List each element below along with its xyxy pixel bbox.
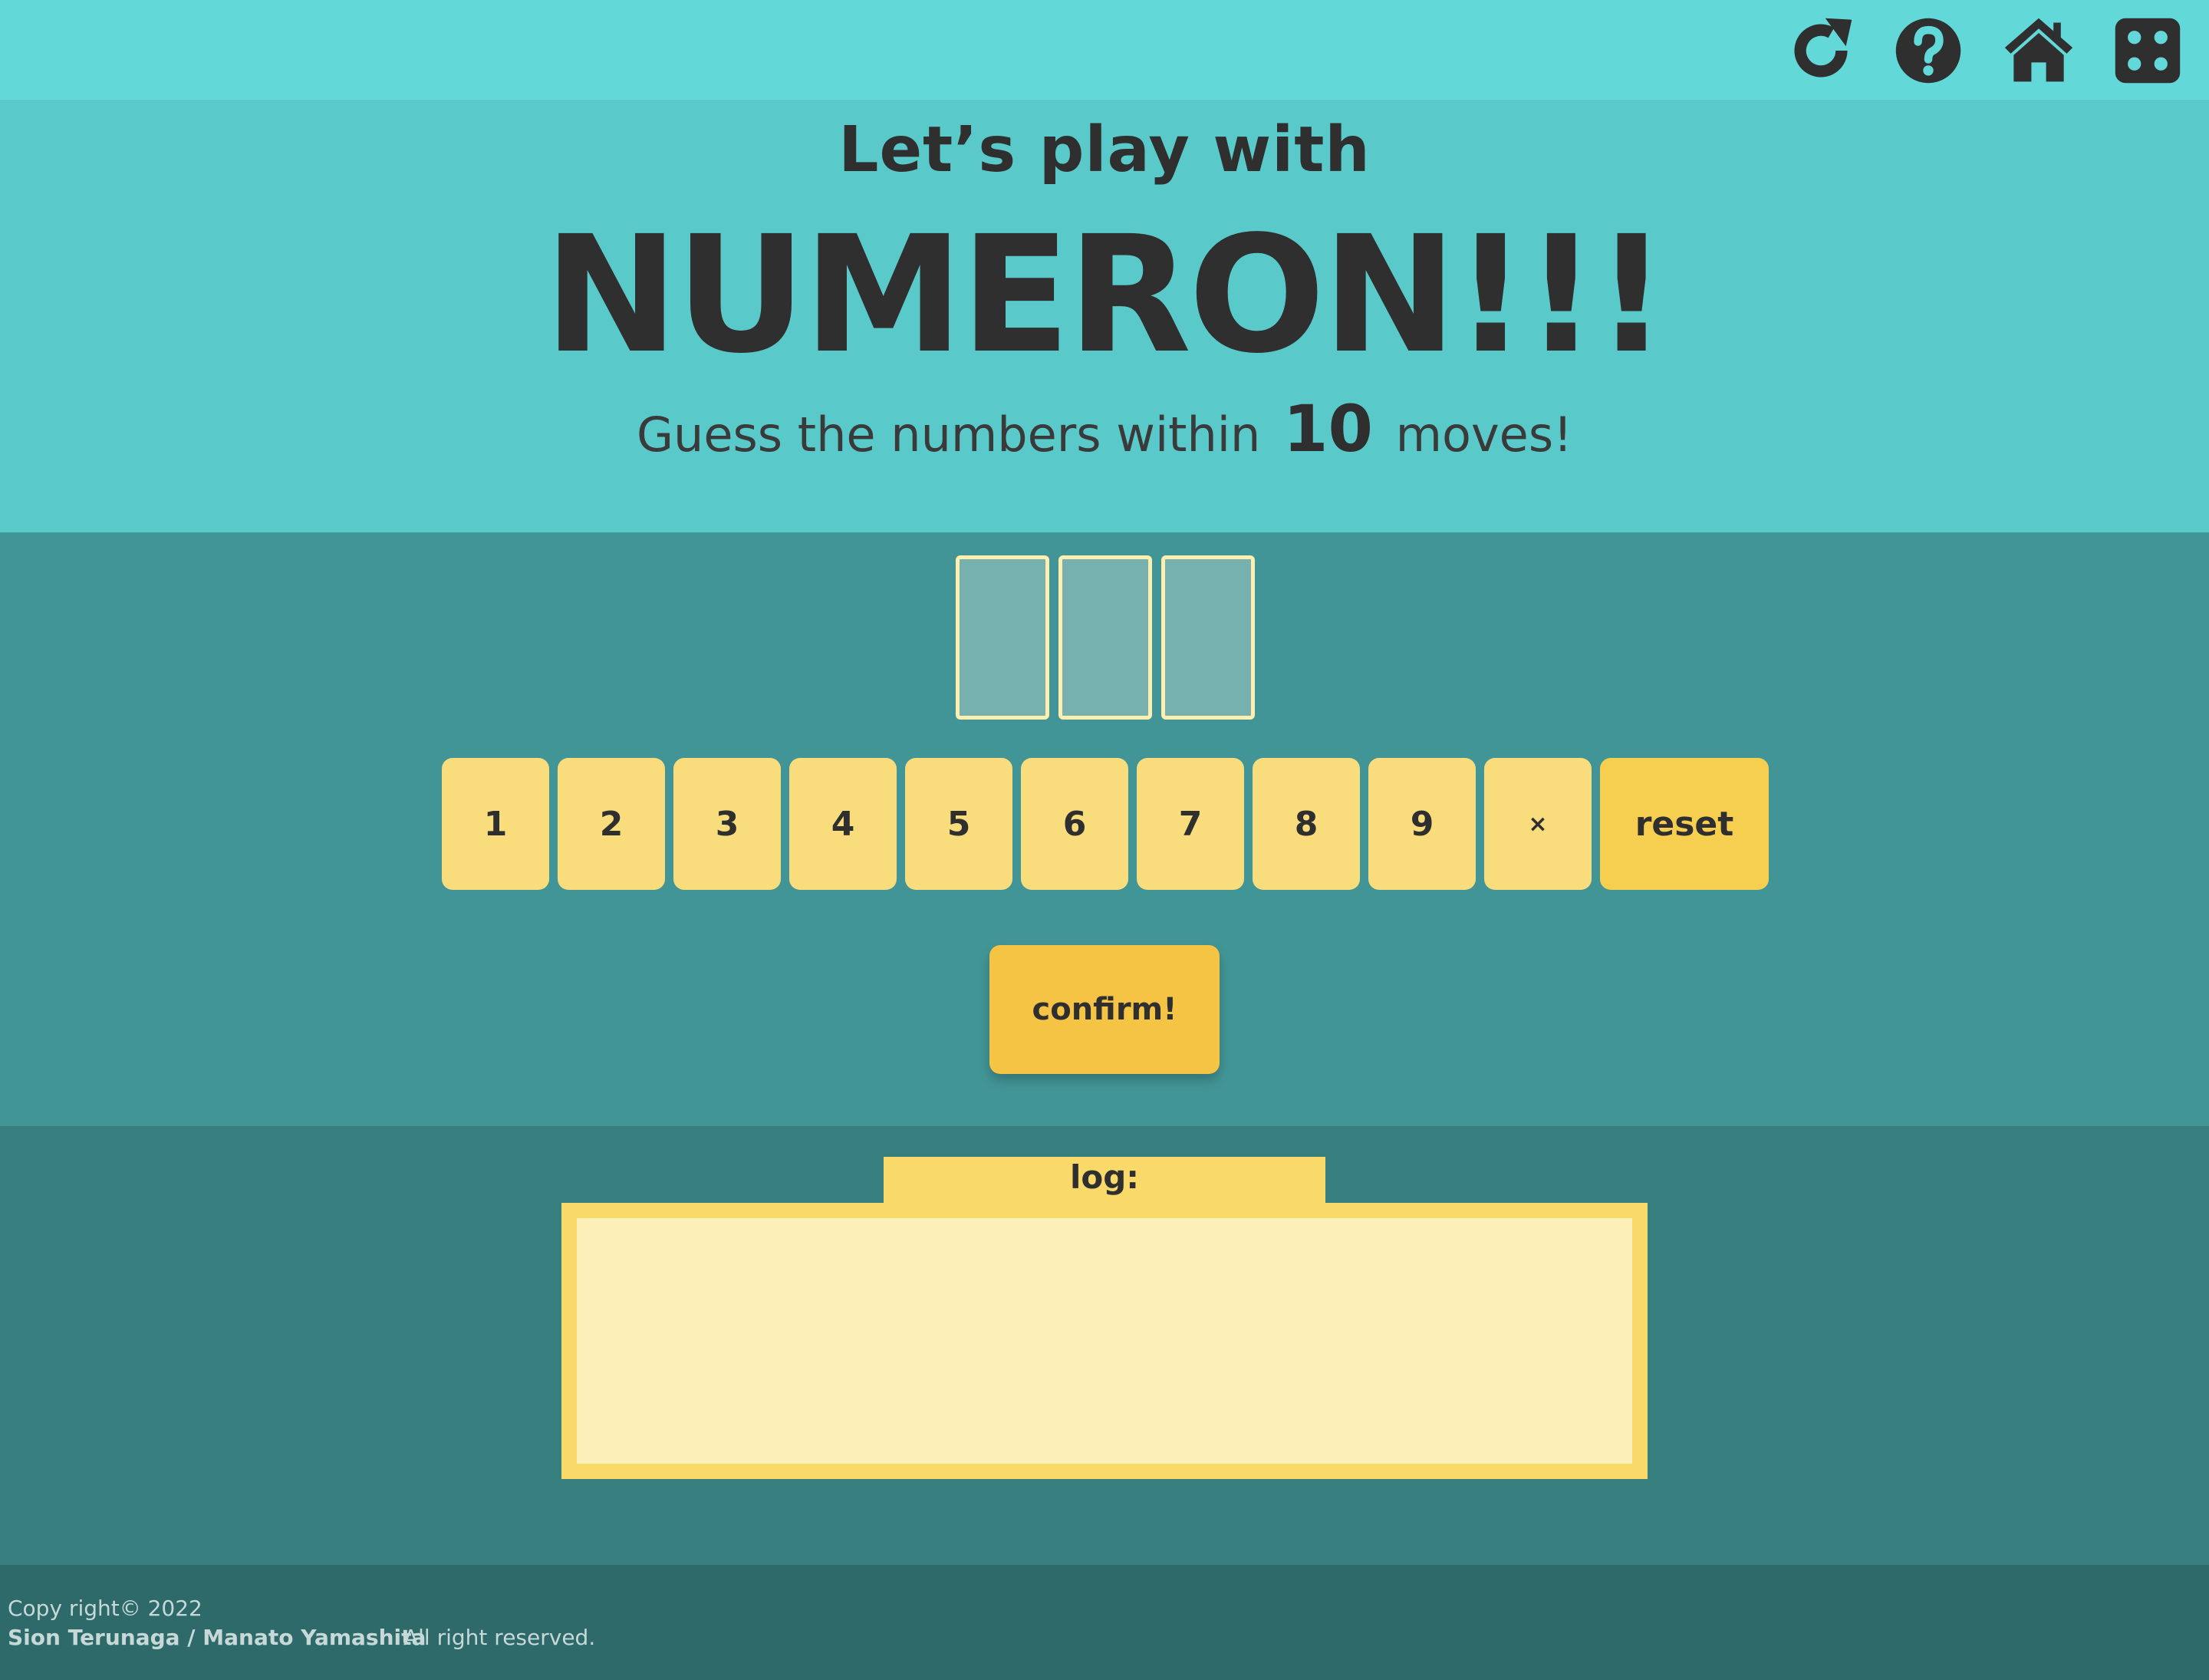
key-1[interactable]: 1 [442, 758, 549, 890]
hero-subtitle: Let’s play with [838, 114, 1371, 186]
home-icon[interactable] [2002, 14, 2076, 87]
digit-slot-3 [1161, 555, 1255, 720]
log-box [561, 1203, 1648, 1479]
key-5[interactable]: 5 [905, 758, 1012, 890]
hero-tagline: Guess the numbers within 10 moves! [0, 391, 2209, 466]
authors-text: Sion Terunaga / Manato Yamashita [8, 1625, 426, 1650]
digit-slot-1 [956, 555, 1049, 720]
tagline-prefix: Guess the numbers within [637, 407, 1261, 463]
top-bar [0, 0, 2209, 100]
digit-slot-2 [1058, 555, 1152, 720]
key-4[interactable]: 4 [789, 758, 897, 890]
help-icon[interactable] [1891, 14, 1965, 87]
footer: Copy right© 2022 Sion Terunaga / Manato … [0, 1565, 2209, 1680]
delete-key[interactable]: × [1484, 758, 1592, 890]
number-keypad: 1 2 3 4 5 6 7 8 9 × reset [442, 758, 1777, 890]
moves-count: 10 [1283, 391, 1373, 466]
game-section: 1 2 3 4 5 6 7 8 9 × reset confirm! [0, 532, 2209, 1126]
rights-text: All right reserved. [403, 1625, 596, 1650]
key-8[interactable]: 8 [1253, 758, 1360, 890]
log-section: log: [0, 1126, 2209, 1565]
key-3[interactable]: 3 [673, 758, 781, 890]
key-9[interactable]: 9 [1368, 758, 1476, 890]
log-label: log: [884, 1157, 1325, 1206]
game-title: NUMERON!!! [544, 201, 1668, 389]
answer-slots [956, 555, 1264, 720]
key-7[interactable]: 7 [1137, 758, 1244, 890]
key-6[interactable]: 6 [1021, 758, 1128, 890]
refresh-icon[interactable] [1784, 14, 1858, 87]
confirm-button[interactable]: confirm! [989, 945, 1220, 1074]
tagline-suffix: moves! [1395, 407, 1572, 463]
key-2[interactable]: 2 [558, 758, 665, 890]
hero-section: Let’s play with NUMERON!!! Guess the num… [0, 100, 2209, 532]
log-content [577, 1218, 1632, 1464]
reset-button[interactable]: reset [1600, 758, 1769, 890]
dice-icon[interactable] [2111, 14, 2184, 87]
copyright-text: Copy right© 2022 [8, 1596, 202, 1621]
